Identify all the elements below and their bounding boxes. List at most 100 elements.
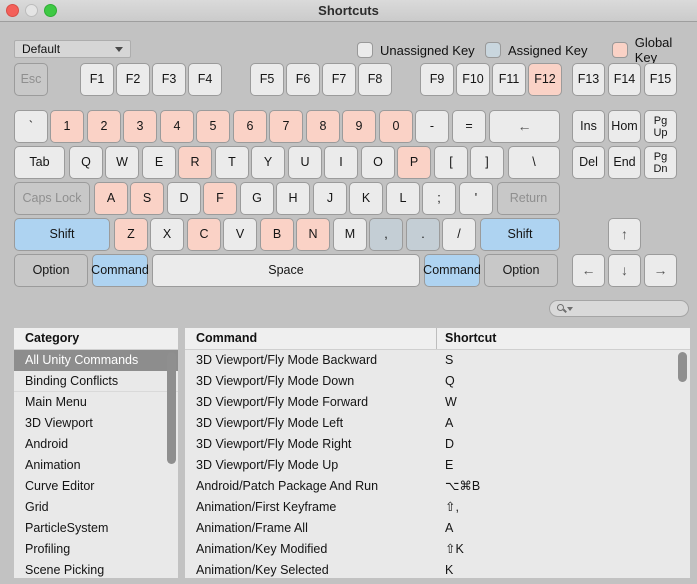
key-↓[interactable]: ↓ xyxy=(608,254,641,287)
key-f14[interactable]: F14 xyxy=(608,63,641,96)
category-item[interactable]: Binding Conflicts xyxy=(14,371,178,392)
key-3[interactable]: 3 xyxy=(123,110,157,143)
key-end[interactable]: End xyxy=(608,146,641,179)
key-j[interactable]: J xyxy=(313,182,347,215)
command-row[interactable]: Animation/Frame AllA xyxy=(185,518,690,539)
key-f10[interactable]: F10 xyxy=(456,63,490,96)
key-p[interactable]: P xyxy=(397,146,431,179)
key-f12[interactable]: F12 xyxy=(528,63,562,96)
command-row[interactable]: Animation/Key Modified⇧K xyxy=(185,539,690,560)
key-.[interactable]: . xyxy=(406,218,440,251)
key-f1[interactable]: F1 xyxy=(80,63,114,96)
profile-dropdown[interactable]: Default xyxy=(14,40,131,58)
key-;[interactable]: ; xyxy=(422,182,456,215)
key-w[interactable]: W xyxy=(105,146,139,179)
key-f13[interactable]: F13 xyxy=(572,63,605,96)
key-del[interactable]: Del xyxy=(572,146,605,179)
key-0[interactable]: 0 xyxy=(379,110,413,143)
key-v[interactable]: V xyxy=(223,218,257,251)
key-q[interactable]: Q xyxy=(69,146,103,179)
key-shift[interactable]: Shift xyxy=(480,218,560,251)
key-option[interactable]: Option xyxy=(484,254,558,287)
key-caps-lock[interactable]: Caps Lock xyxy=(14,182,90,215)
category-item[interactable]: 3D Viewport xyxy=(14,413,178,434)
category-item[interactable]: ParticleSystem xyxy=(14,518,178,539)
key-g[interactable]: G xyxy=(240,182,274,215)
category-scrollbar-thumb[interactable] xyxy=(167,352,176,464)
key-hom[interactable]: Hom xyxy=(608,110,641,143)
key-f3[interactable]: F3 xyxy=(152,63,186,96)
key-tab[interactable]: Tab xyxy=(14,146,65,179)
command-row[interactable]: 3D Viewport/Fly Mode ForwardW xyxy=(185,392,690,413)
key-7[interactable]: 7 xyxy=(269,110,303,143)
key-f5[interactable]: F5 xyxy=(250,63,284,96)
key-1[interactable]: 1 xyxy=(50,110,84,143)
key-\[interactable]: \ xyxy=(508,146,560,179)
key-pg-up[interactable]: Pg Up xyxy=(644,110,677,143)
category-item[interactable]: Animation xyxy=(14,455,178,476)
category-item[interactable]: Grid xyxy=(14,497,178,518)
category-item[interactable]: Scene Picking xyxy=(14,560,178,578)
key-'[interactable]: ' xyxy=(459,182,493,215)
key-[[interactable]: [ xyxy=(434,146,468,179)
key-pg-dn[interactable]: Pg Dn xyxy=(644,146,677,179)
category-item[interactable]: Android xyxy=(14,434,178,455)
key-e[interactable]: E xyxy=(142,146,176,179)
key-d[interactable]: D xyxy=(167,182,201,215)
key-f8[interactable]: F8 xyxy=(358,63,392,96)
command-row[interactable]: Animation/First Keyframe⇧, xyxy=(185,497,690,518)
key-ins[interactable]: Ins xyxy=(572,110,605,143)
key-f7[interactable]: F7 xyxy=(322,63,356,96)
key-2[interactable]: 2 xyxy=(87,110,121,143)
key-l[interactable]: L xyxy=(386,182,420,215)
key-k[interactable]: K xyxy=(349,182,383,215)
key-,[interactable]: , xyxy=(369,218,403,251)
key-n[interactable]: N xyxy=(296,218,330,251)
key-h[interactable]: H xyxy=(276,182,310,215)
key-u[interactable]: U xyxy=(288,146,322,179)
command-scrollbar-thumb[interactable] xyxy=(678,352,687,382)
key-command[interactable]: Command xyxy=(424,254,480,287)
key-m[interactable]: M xyxy=(333,218,367,251)
category-item[interactable]: Main Menu xyxy=(14,392,178,413)
key-8[interactable]: 8 xyxy=(306,110,340,143)
key-b[interactable]: B xyxy=(260,218,294,251)
category-item[interactable]: Profiling xyxy=(14,539,178,560)
key-x[interactable]: X xyxy=(150,218,184,251)
key-=[interactable]: = xyxy=(452,110,486,143)
key-5[interactable]: 5 xyxy=(196,110,230,143)
key-space[interactable]: Space xyxy=(152,254,420,287)
category-item[interactable]: All Unity Commands xyxy=(14,350,178,371)
key-][interactable]: ] xyxy=(470,146,504,179)
key-f2[interactable]: F2 xyxy=(116,63,150,96)
key-z[interactable]: Z xyxy=(114,218,148,251)
key-→[interactable]: → xyxy=(644,254,677,287)
key-f9[interactable]: F9 xyxy=(420,63,454,96)
key-/[interactable]: / xyxy=(442,218,476,251)
key-y[interactable]: Y xyxy=(251,146,285,179)
key-a[interactable]: A xyxy=(94,182,128,215)
key-i[interactable]: I xyxy=(324,146,358,179)
key-f4[interactable]: F4 xyxy=(188,63,222,96)
key-esc[interactable]: Esc xyxy=(14,63,48,96)
key--[interactable]: - xyxy=(415,110,449,143)
key-f15[interactable]: F15 xyxy=(644,63,677,96)
command-row[interactable]: Android/Patch Package And Run⌥⌘B xyxy=(185,476,690,497)
key-f6[interactable]: F6 xyxy=(286,63,320,96)
command-row[interactable]: 3D Viewport/Fly Mode RightD xyxy=(185,434,690,455)
key-f11[interactable]: F11 xyxy=(492,63,526,96)
category-item[interactable]: Curve Editor xyxy=(14,476,178,497)
key-option[interactable]: Option xyxy=(14,254,88,287)
key-6[interactable]: 6 xyxy=(233,110,267,143)
key-s[interactable]: S xyxy=(130,182,164,215)
key-←[interactable]: ← xyxy=(489,110,560,143)
command-row[interactable]: 3D Viewport/Fly Mode BackwardS xyxy=(185,350,690,371)
key-r[interactable]: R xyxy=(178,146,212,179)
key-shift[interactable]: Shift xyxy=(14,218,110,251)
key-f[interactable]: F xyxy=(203,182,237,215)
key-←[interactable]: ← xyxy=(572,254,605,287)
command-row[interactable]: 3D Viewport/Fly Mode UpE xyxy=(185,455,690,476)
key-t[interactable]: T xyxy=(215,146,249,179)
key-`[interactable]: ` xyxy=(14,110,48,143)
key-4[interactable]: 4 xyxy=(160,110,194,143)
